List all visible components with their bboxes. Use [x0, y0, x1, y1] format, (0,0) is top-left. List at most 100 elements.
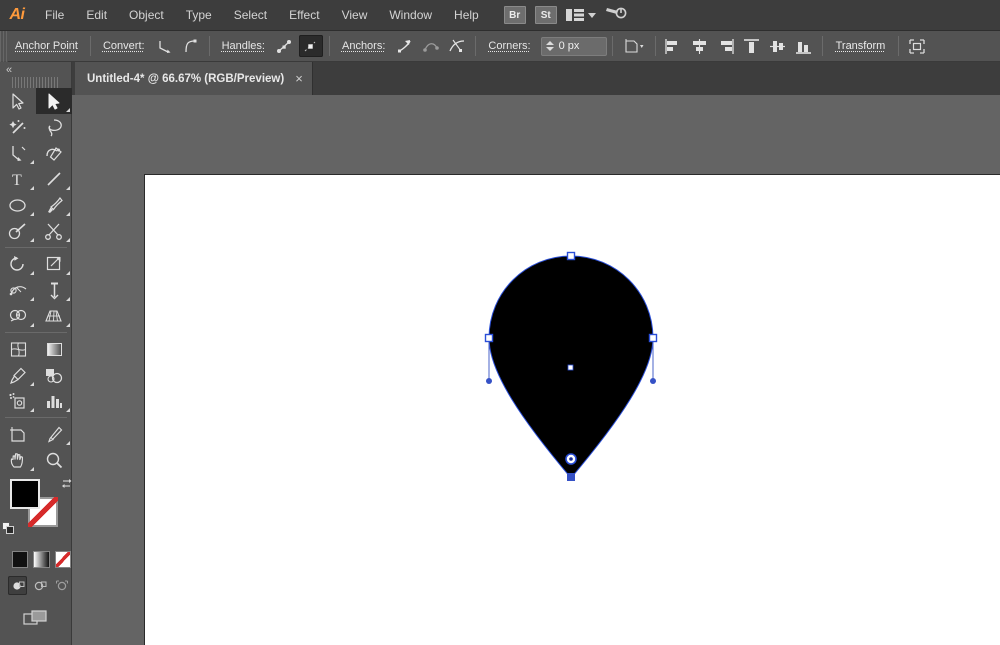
align-horizontal-center-button[interactable] — [688, 35, 712, 57]
menu-edit[interactable]: Edit — [75, 0, 118, 31]
arrange-documents-button[interactable] — [565, 8, 596, 22]
stock-button[interactable]: St — [534, 6, 557, 24]
convert-to-corner-button[interactable] — [153, 35, 177, 57]
draw-inside-button[interactable] — [52, 576, 71, 595]
rotate-tool[interactable] — [0, 251, 36, 277]
magic-wand-tool[interactable] — [0, 114, 36, 140]
ellipse-tool[interactable] — [0, 192, 36, 218]
connect-selected-endpoints-button[interactable] — [419, 35, 443, 57]
menu-object[interactable]: Object — [118, 0, 175, 31]
corners-value[interactable]: 0 px — [557, 40, 580, 52]
artboard[interactable] — [144, 174, 1000, 645]
mesh-tool-icon — [10, 341, 26, 357]
flyout-triangle-icon — [66, 441, 70, 445]
divider — [208, 36, 210, 56]
control-bar-grip[interactable] — [0, 30, 8, 62]
flyout-triangle-icon — [30, 408, 34, 412]
hide-handles-button[interactable] — [298, 35, 323, 57]
divider — [89, 36, 91, 56]
convert-to-smooth-button[interactable] — [179, 35, 203, 57]
cut-path-at-anchors-button[interactable] — [445, 35, 469, 57]
illustrator-window: Ai File Edit Object Type Select Effect V… — [0, 0, 1000, 645]
align-vertical-center-button[interactable] — [766, 35, 790, 57]
paintbrush-tool-icon — [47, 196, 63, 213]
selection-tool[interactable] — [0, 88, 36, 114]
document-tab[interactable]: Untitled-4* @ 66.67% (RGB/Preview) × — [75, 62, 313, 95]
convert-to-corner-icon — [159, 40, 171, 53]
corners-stepper[interactable]: 0 px — [540, 36, 607, 56]
screen-mode-icon — [22, 610, 47, 625]
color-swatch-button[interactable] — [12, 551, 29, 568]
scissors-tool[interactable] — [36, 218, 72, 244]
arrange-documents-icon — [565, 9, 584, 21]
lasso-tool[interactable] — [36, 114, 72, 140]
type-tool[interactable]: T — [0, 166, 36, 192]
blend-tool[interactable] — [36, 362, 72, 388]
menu-file[interactable]: File — [34, 0, 75, 31]
free-transform-tool[interactable] — [36, 277, 72, 303]
artboard-tool[interactable] — [0, 421, 36, 447]
default-colors-icon — [2, 522, 14, 534]
connect-selected-endpoints-icon — [423, 42, 440, 52]
symbol-sprayer-tool[interactable] — [0, 388, 36, 414]
direct-selection-tool[interactable] — [36, 88, 72, 114]
collapse-panel-button[interactable]: « — [0, 62, 71, 77]
remove-selected-anchors-button[interactable] — [393, 35, 417, 57]
menu-help[interactable]: Help — [443, 0, 490, 31]
align-vertical-bottom-button[interactable] — [792, 35, 816, 57]
flyout-triangle-icon — [66, 108, 70, 112]
canvas-area[interactable] — [72, 95, 1000, 645]
menu-type[interactable]: Type — [175, 0, 223, 31]
free-transform-tool-icon — [50, 282, 58, 299]
fill-swatch[interactable] — [10, 479, 40, 509]
shaper-tool[interactable] — [0, 218, 36, 244]
draw-normal-button[interactable] — [8, 576, 27, 595]
align-horizontal-left-button[interactable] — [662, 35, 686, 57]
draw-behind-button[interactable] — [30, 576, 49, 595]
stepper-arrows-icon[interactable] — [542, 41, 557, 51]
bridge-button[interactable]: Br — [503, 6, 526, 24]
shape-builder-tool[interactable] — [0, 303, 36, 329]
mesh-tool[interactable] — [0, 336, 36, 362]
convert-label: Convert: — [102, 40, 145, 52]
gradient-swatch-button[interactable] — [33, 551, 50, 568]
menu-view[interactable]: View — [331, 0, 379, 31]
default-fill-stroke-button[interactable] — [2, 522, 15, 535]
scale-tool[interactable] — [36, 251, 72, 277]
edit-toolbar-button[interactable] — [905, 35, 929, 57]
pen-tool[interactable] — [0, 140, 36, 166]
lasso-tool-icon — [48, 118, 62, 136]
menu-effect[interactable]: Effect — [278, 0, 330, 31]
line-segment-tool[interactable] — [36, 166, 72, 192]
width-tool[interactable] — [0, 277, 36, 303]
close-icon[interactable]: × — [295, 72, 303, 85]
transform-button[interactable]: Transform — [828, 38, 894, 54]
change-screen-mode-button[interactable] — [0, 609, 71, 627]
hand-tool[interactable] — [0, 447, 36, 473]
eyedropper-tool[interactable] — [0, 362, 36, 388]
none-swatch-button[interactable] — [54, 551, 71, 568]
column-graph-tool[interactable] — [36, 388, 72, 414]
menu-select[interactable]: Select — [223, 0, 278, 31]
isolate-selected-object-button[interactable] — [619, 35, 649, 57]
zoom-tool[interactable] — [36, 447, 72, 473]
flyout-triangle-icon — [30, 186, 34, 190]
width-tool-icon — [9, 285, 26, 295]
workspace-switcher-button[interactable] — [605, 4, 627, 27]
perspective-grid-tool[interactable] — [36, 303, 72, 329]
paintbrush-tool[interactable] — [36, 192, 72, 218]
slice-tool[interactable] — [36, 421, 72, 447]
align-horizontal-right-button[interactable] — [714, 35, 738, 57]
align-vertical-top-button[interactable] — [740, 35, 764, 57]
document-tab-label: Untitled-4* @ 66.67% (RGB/Preview) — [87, 72, 285, 85]
menu-window[interactable]: Window — [378, 0, 443, 31]
blend-tool-icon — [45, 368, 62, 383]
curvature-tool[interactable] — [36, 140, 72, 166]
gradient-tool[interactable] — [36, 336, 72, 362]
show-handles-button[interactable] — [273, 35, 297, 57]
context-label: Anchor Point — [15, 40, 78, 52]
tools-panel-grip[interactable] — [12, 77, 59, 88]
flyout-triangle-icon — [30, 238, 34, 242]
flyout-triangle-icon — [66, 238, 70, 242]
flyout-triangle-icon — [66, 186, 70, 190]
